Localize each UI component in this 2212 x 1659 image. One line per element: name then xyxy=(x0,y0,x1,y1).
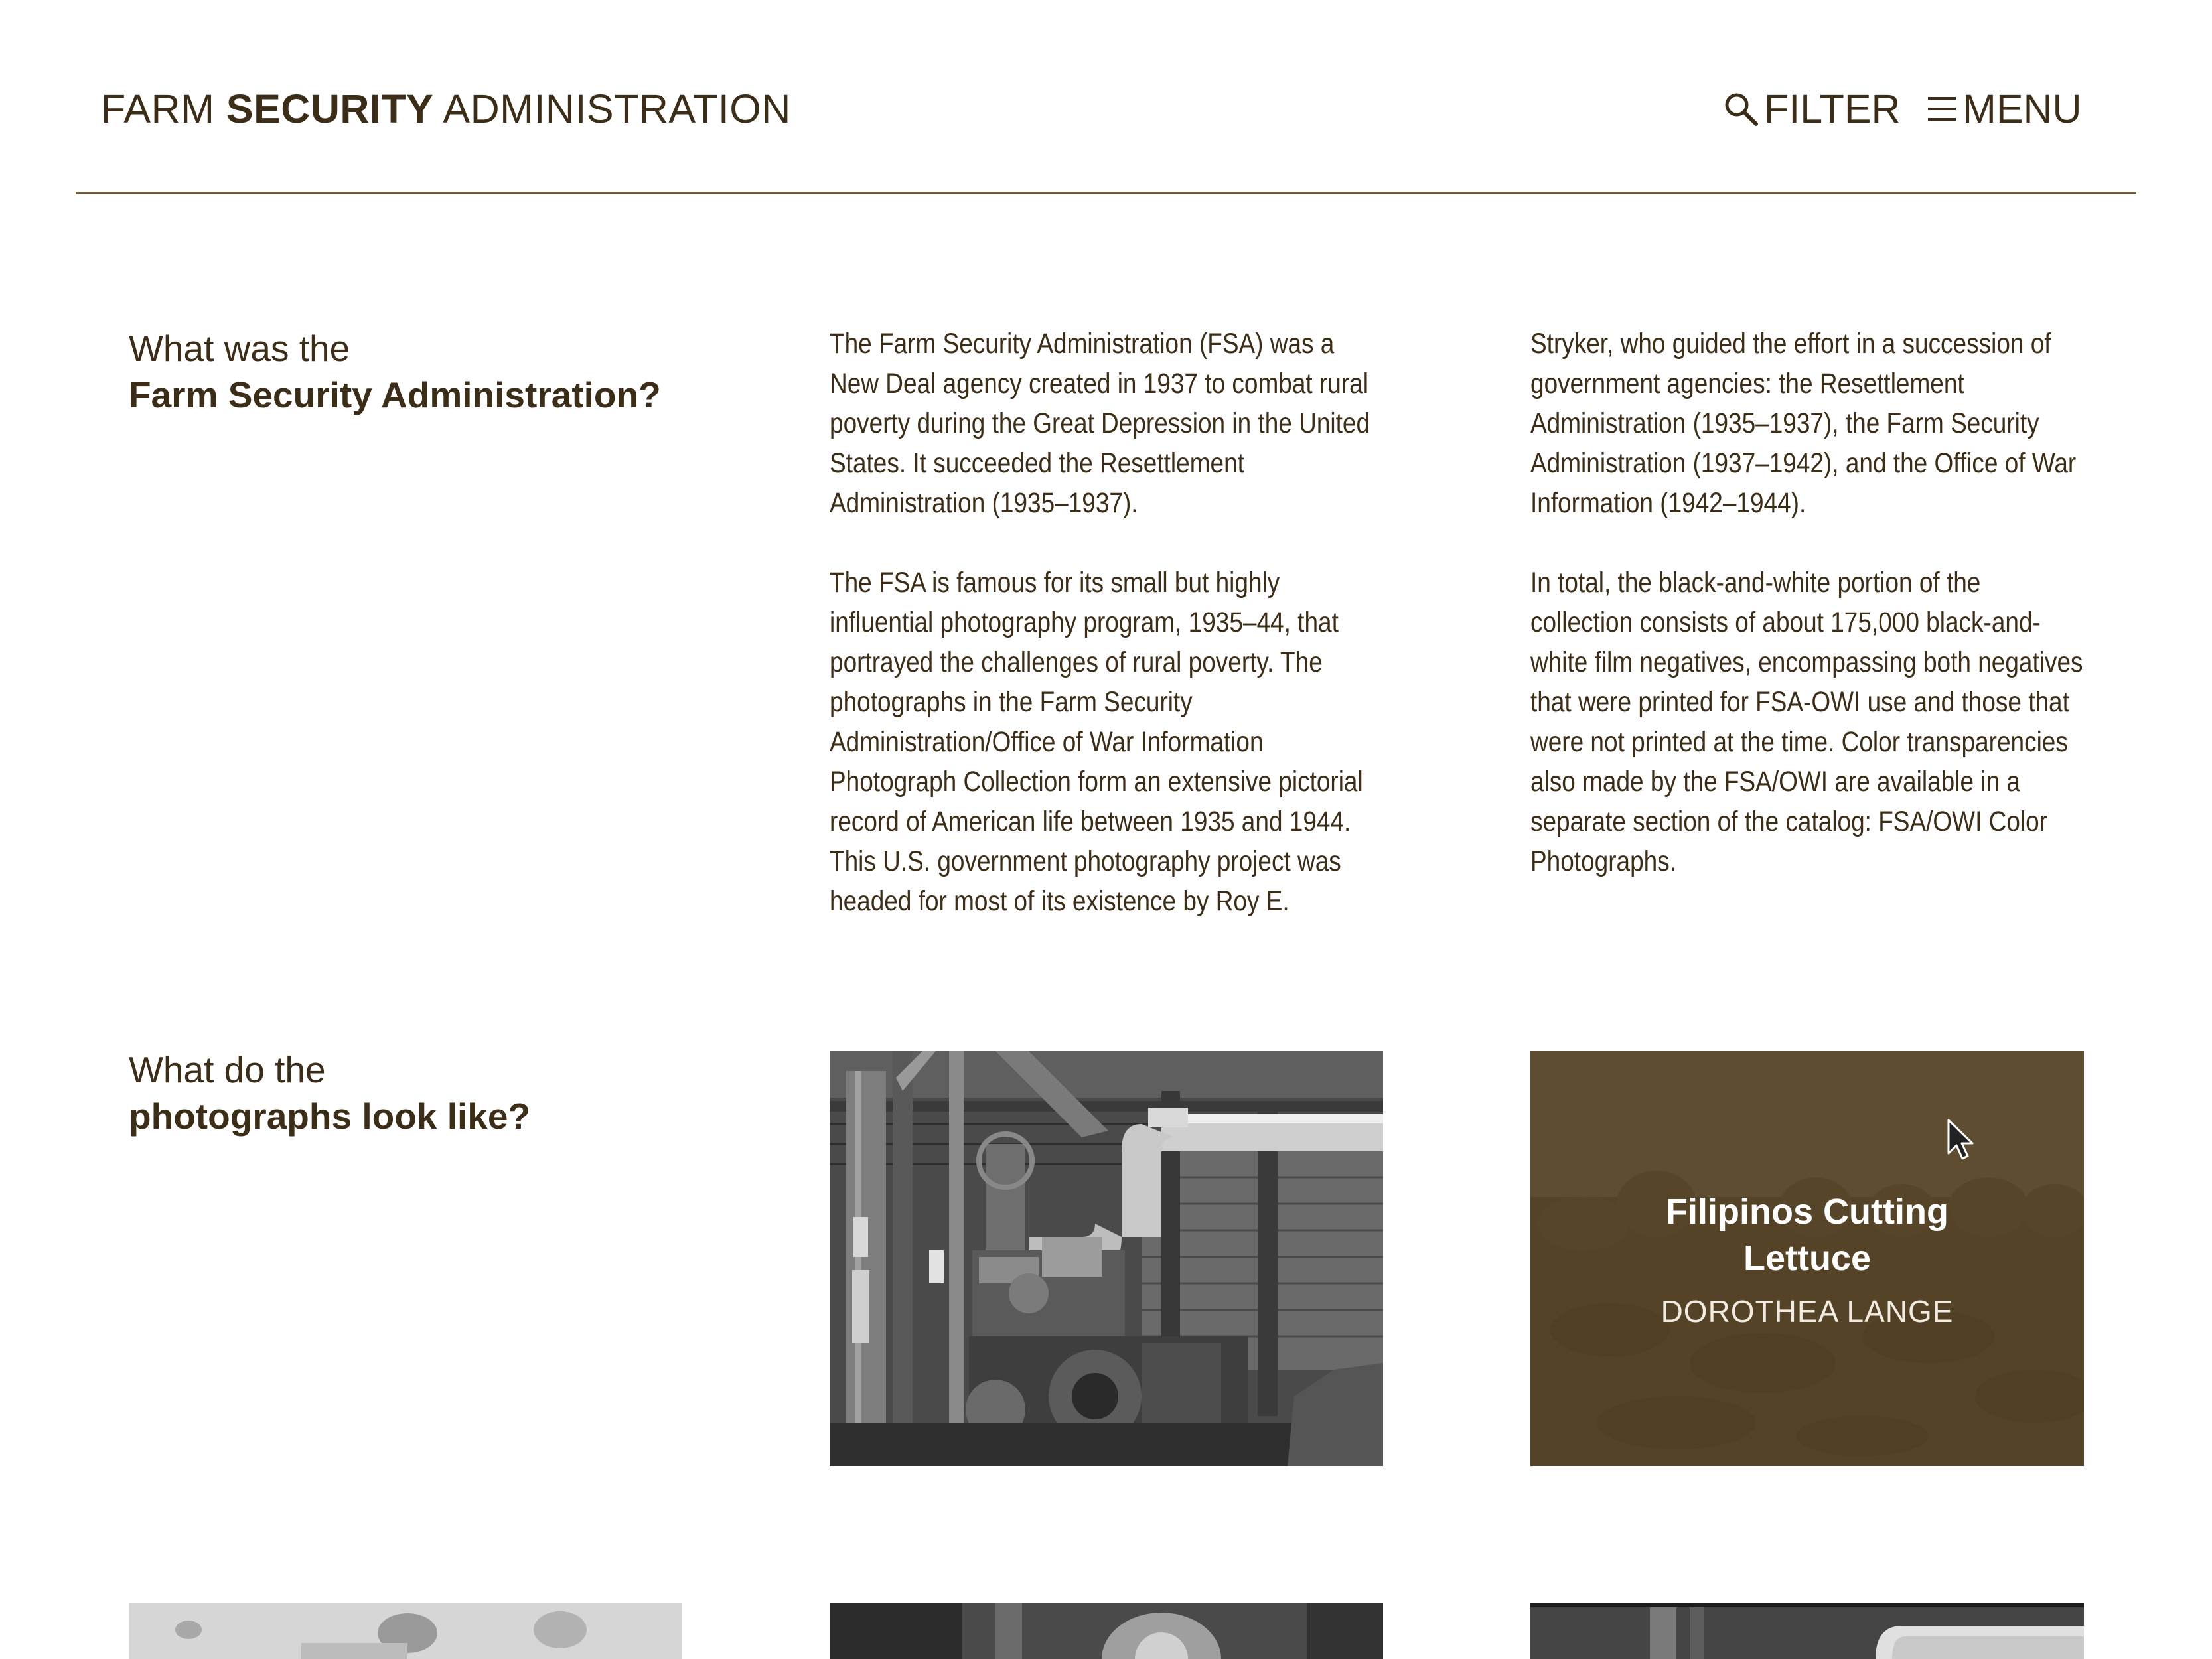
section-heading-photographs: What do the photographs look like? xyxy=(129,1046,530,1139)
header-divider xyxy=(76,192,2136,194)
search-icon xyxy=(1725,93,1758,126)
menu-label: MENU xyxy=(1962,86,2082,131)
menu-button[interactable]: MENU xyxy=(1927,82,2082,135)
photo-tile-pipes[interactable] xyxy=(830,1051,1383,1466)
photo-title: Filipinos Cutting Lettuce xyxy=(1666,1191,1949,1278)
photo-tile-row3-1[interactable] xyxy=(129,1603,682,1659)
heading-light: What do the xyxy=(129,1049,326,1090)
photo-image xyxy=(830,1051,1383,1466)
logo-security: SECURITY xyxy=(226,86,434,131)
intro-column-2: Stryker, who guided the effort in a succ… xyxy=(1530,324,2088,921)
photo-image xyxy=(129,1603,682,1659)
photo-tile-row3-2[interactable] xyxy=(830,1603,1383,1659)
heading-bold: Farm Security Administration? xyxy=(129,374,661,415)
logo-farm: FARM xyxy=(101,86,226,131)
filter-button[interactable]: FILTER xyxy=(1723,82,1901,135)
photo-credit: DOROTHEA LANGE xyxy=(1660,1293,1954,1329)
photo-image xyxy=(1530,1603,2084,1659)
paragraph: In total, the black-and-white portion of… xyxy=(1530,567,2083,877)
page: FARM SECURITY ADMINISTRATION FILTER MENU… xyxy=(0,0,2212,1659)
mouse-cursor-icon xyxy=(1947,1119,1974,1160)
paragraph: The FSA is famous for its small but high… xyxy=(830,567,1363,917)
site-logo[interactable]: FARM SECURITY ADMINISTRATION xyxy=(101,82,791,135)
section-heading-what-was: What was the Farm Security Administratio… xyxy=(129,325,661,418)
photo-tile-row3-3[interactable] xyxy=(1530,1603,2084,1659)
paragraph: The Farm Security Administration (FSA) w… xyxy=(830,328,1370,519)
hamburger-icon xyxy=(1928,97,1956,121)
photo-hover-overlay[interactable]: Filipinos Cutting Lettuce DOROTHEA LANGE xyxy=(1530,1051,2084,1466)
heading-bold: photographs look like? xyxy=(129,1096,531,1137)
logo-administration: ADMINISTRATION xyxy=(433,86,791,131)
heading-light: What was the xyxy=(129,328,350,369)
photo-tile-lettuce[interactable]: Filipinos Cutting Lettuce DOROTHEA LANGE xyxy=(1530,1051,2084,1466)
intro-column-1: The Farm Security Administration (FSA) w… xyxy=(830,324,1387,961)
filter-label: FILTER xyxy=(1764,86,1901,131)
photo-image xyxy=(830,1603,1383,1659)
paragraph: Stryker, who guided the effort in a succ… xyxy=(1530,328,2077,519)
